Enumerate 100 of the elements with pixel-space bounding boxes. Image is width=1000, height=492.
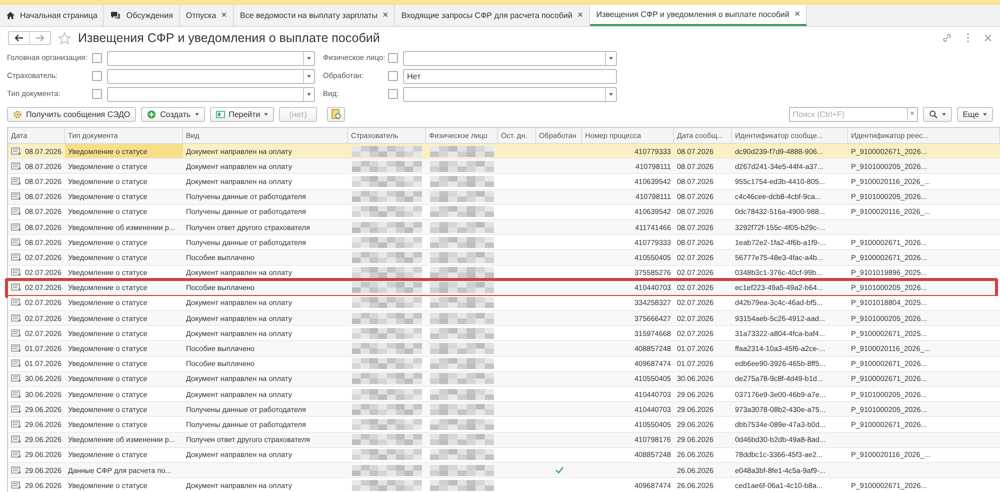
document-icon bbox=[11, 162, 22, 171]
document-icon bbox=[11, 359, 22, 368]
checkbox[interactable] bbox=[388, 89, 398, 99]
report-icon bbox=[330, 109, 341, 119]
tab[interactable]: Обсуждения bbox=[104, 5, 180, 26]
redacted-block bbox=[430, 404, 494, 415]
checkbox[interactable] bbox=[388, 71, 398, 81]
page-title: Извещения СФР и уведомления о выплате пособий bbox=[78, 31, 380, 45]
document-icon bbox=[11, 450, 22, 460]
close-icon[interactable]: × bbox=[382, 10, 388, 22]
redacted-block bbox=[352, 418, 422, 430]
redacted-block bbox=[430, 434, 494, 446]
redacted-block bbox=[352, 404, 422, 415]
document-icon bbox=[11, 252, 22, 262]
search-icon bbox=[928, 110, 938, 118]
redacted-block bbox=[430, 312, 494, 324]
redacted-block bbox=[352, 206, 422, 218]
chat-icon bbox=[110, 11, 122, 20]
redacted-block bbox=[430, 297, 494, 308]
redacted-block bbox=[352, 373, 422, 384]
gear-icon bbox=[13, 110, 22, 118]
checkbox[interactable] bbox=[92, 71, 102, 81]
redacted-block bbox=[352, 146, 422, 157]
dropdown-icon bbox=[983, 112, 987, 116]
document-icon bbox=[11, 146, 22, 156]
search-button[interactable] bbox=[922, 106, 952, 122]
redacted-block bbox=[352, 480, 422, 491]
document-icon bbox=[11, 390, 22, 399]
redacted-block bbox=[352, 252, 422, 263]
redacted-block bbox=[430, 206, 494, 218]
redacted-block bbox=[352, 343, 422, 354]
select-field[interactable] bbox=[107, 68, 315, 84]
toolbar-button[interactable]: Создать bbox=[141, 106, 205, 122]
checkbox[interactable] bbox=[388, 53, 398, 63]
redacted-block bbox=[430, 176, 494, 187]
dropdown-icon bbox=[194, 112, 199, 116]
dropdown-icon bbox=[307, 92, 311, 96]
document-icon bbox=[11, 328, 22, 338]
redacted-block bbox=[352, 297, 422, 308]
report-button[interactable] bbox=[326, 106, 345, 122]
document-icon bbox=[11, 207, 22, 216]
redacted-block bbox=[430, 358, 494, 370]
document-icon bbox=[11, 404, 22, 414]
close-icon[interactable]: × bbox=[221, 10, 228, 22]
more-vertical-icon[interactable] bbox=[966, 33, 970, 43]
redacted-block bbox=[352, 449, 422, 460]
redacted-block bbox=[430, 388, 494, 400]
redacted-block bbox=[352, 176, 422, 187]
document-icon bbox=[11, 466, 22, 475]
home-icon bbox=[6, 11, 15, 20]
document-icon bbox=[11, 314, 22, 323]
redacted-block bbox=[352, 236, 422, 248]
checkbox[interactable] bbox=[92, 89, 102, 99]
document-icon bbox=[11, 374, 22, 384]
redacted-block bbox=[352, 312, 422, 324]
checkbox[interactable] bbox=[92, 53, 102, 63]
select-field[interactable] bbox=[403, 50, 617, 66]
redacted-block bbox=[352, 267, 422, 278]
tab[interactable]: Отпуска × bbox=[180, 5, 234, 26]
tab[interactable]: Извещения СФР и уведомления о выплате пособий × bbox=[590, 5, 808, 26]
dropdown-icon bbox=[942, 112, 946, 116]
redacted-block bbox=[352, 388, 422, 400]
redacted-block bbox=[352, 222, 422, 233]
plus-icon bbox=[147, 110, 156, 118]
redacted-block bbox=[430, 418, 494, 430]
link-icon[interactable] bbox=[942, 33, 952, 43]
redacted-block bbox=[430, 480, 494, 491]
toolbar-button[interactable]: Получить сообщения СЭДО bbox=[7, 106, 136, 122]
document-icon bbox=[216, 110, 225, 118]
close-icon[interactable] bbox=[984, 34, 992, 42]
tab[interactable]: Все ведомости на выплату зарплаты × bbox=[234, 5, 396, 26]
document-icon bbox=[11, 480, 22, 490]
select-field[interactable] bbox=[403, 86, 617, 102]
document-icon bbox=[11, 435, 22, 444]
document-icon bbox=[11, 238, 22, 247]
dropdown-icon bbox=[609, 56, 613, 60]
redacted-block bbox=[352, 282, 422, 294]
dropdown-icon bbox=[307, 74, 311, 78]
redacted-block bbox=[352, 160, 422, 172]
select-field[interactable] bbox=[107, 86, 315, 102]
close-icon[interactable]: × bbox=[794, 8, 800, 20]
close-icon[interactable]: × bbox=[577, 10, 584, 22]
redacted-block bbox=[430, 191, 494, 202]
redacted-block bbox=[430, 146, 494, 157]
redacted-block bbox=[430, 222, 494, 233]
redacted-block bbox=[430, 449, 494, 460]
star-icon[interactable] bbox=[58, 32, 71, 44]
redacted-block bbox=[430, 267, 494, 278]
dropdown-icon bbox=[307, 56, 311, 60]
document-icon bbox=[11, 176, 22, 186]
select-field[interactable] bbox=[107, 50, 315, 66]
search-field[interactable]: Поиск (Ctrl+F) × bbox=[788, 106, 918, 122]
document-icon bbox=[11, 344, 22, 354]
select-field[interactable]: Нет bbox=[403, 68, 617, 84]
more-button[interactable]: Еще bbox=[956, 106, 993, 122]
redacted-block bbox=[352, 434, 422, 446]
redacted-block bbox=[352, 328, 422, 339]
redacted-block bbox=[430, 252, 494, 263]
tab[interactable]: Начальная страница bbox=[0, 5, 104, 26]
toolbar-button[interactable]: Перейти bbox=[210, 106, 274, 122]
